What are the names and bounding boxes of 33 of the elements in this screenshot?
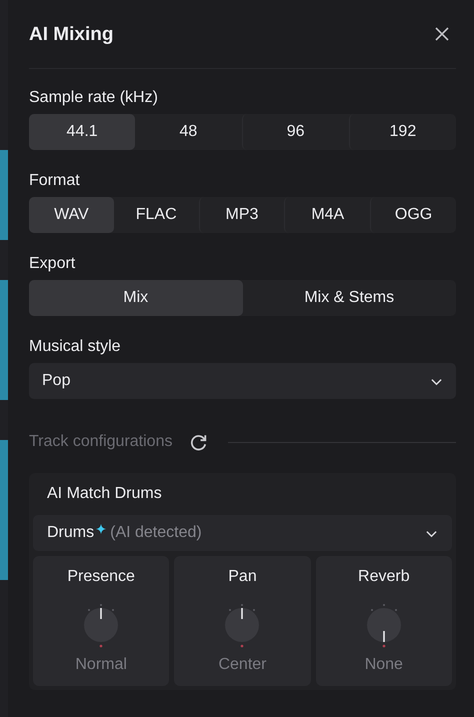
knob-reading: Center bbox=[218, 656, 266, 674]
style-dropdown[interactable]: Pop bbox=[29, 363, 456, 399]
section-label: Format bbox=[29, 172, 81, 190]
segment-option[interactable]: 44.1 bbox=[29, 114, 136, 150]
segment-option[interactable]: 96 bbox=[242, 114, 349, 150]
knob-reading: None bbox=[364, 656, 403, 674]
dropdown-note: (AI detected) bbox=[110, 524, 202, 542]
section-label: Track configurations bbox=[29, 433, 172, 451]
panel-title: AI Mixing bbox=[29, 24, 114, 46]
segment-option[interactable]: OGG bbox=[370, 197, 456, 233]
segment-option[interactable]: 192 bbox=[348, 114, 456, 150]
dropdown-value: Pop bbox=[42, 372, 70, 390]
segment-option[interactable]: M4A bbox=[284, 197, 370, 233]
sparkle-icon bbox=[96, 524, 106, 534]
segment-option[interactable]: FLAC bbox=[114, 197, 199, 233]
segment-option[interactable]: 48 bbox=[135, 114, 242, 150]
close-icon bbox=[435, 27, 449, 41]
segment-option[interactable]: Mix bbox=[29, 280, 242, 316]
instrument-dropdown[interactable]: Drums (AI detected) bbox=[33, 515, 452, 551]
dropdown-value: Drums bbox=[47, 524, 94, 542]
segment-option[interactable]: WAV bbox=[29, 197, 114, 233]
refresh-button[interactable] bbox=[190, 433, 208, 451]
segment-option[interactable]: MP3 bbox=[198, 197, 284, 233]
refresh-icon bbox=[190, 433, 208, 451]
section-label: Export bbox=[29, 255, 76, 273]
knob-reading: Normal bbox=[75, 656, 127, 674]
card-title: AI Match Drums bbox=[46, 484, 163, 504]
knob-label: Reverb bbox=[358, 568, 410, 586]
section-label: Musical style bbox=[29, 338, 122, 356]
section-label: Sample rate (kHz) bbox=[29, 89, 159, 107]
segment-option[interactable]: Mix & Stems bbox=[242, 280, 456, 316]
knob-label: Pan bbox=[228, 568, 257, 586]
knob-label: Presence bbox=[67, 568, 135, 586]
